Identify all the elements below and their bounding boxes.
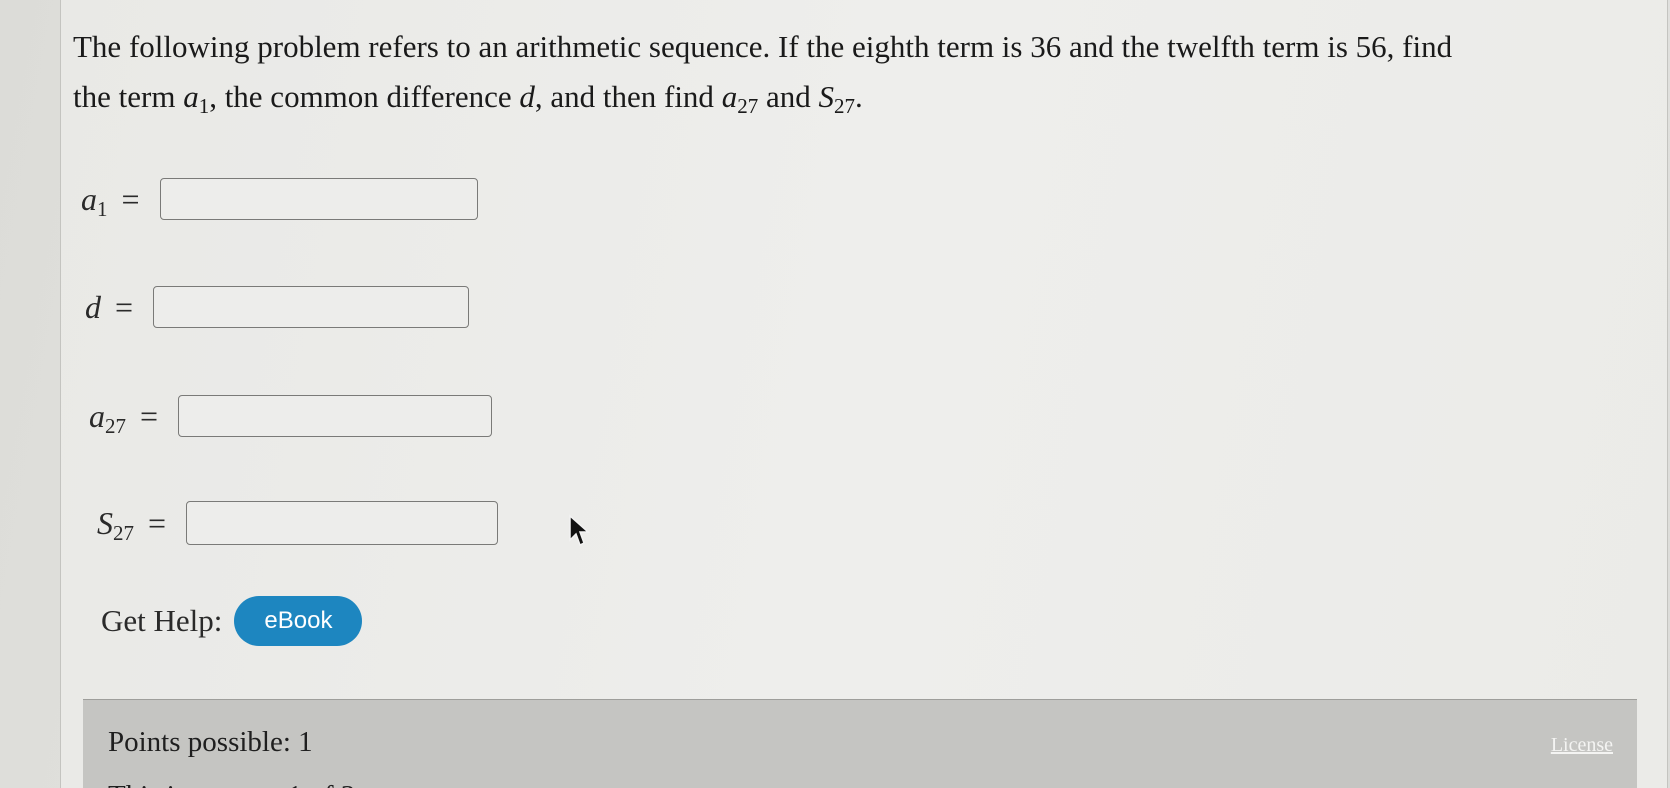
math-s27: S27 xyxy=(818,79,855,118)
a1-row: a1 = xyxy=(81,178,478,220)
equals-sign: = xyxy=(148,504,167,541)
s27-row: S27 = xyxy=(97,501,499,545)
equals-sign: = xyxy=(115,288,134,325)
question-line-2: the term a1, the common difference d, an… xyxy=(73,72,1633,122)
points-possible: Points possible: 1 xyxy=(108,726,313,758)
get-help: Get Help: eBook xyxy=(101,596,363,646)
d-row: d = xyxy=(85,286,470,328)
d-answer-input[interactable] xyxy=(153,286,470,328)
a27-row: a27 = xyxy=(89,395,493,438)
a1-answer-input[interactable] xyxy=(159,178,478,220)
get-help-label: Get Help: xyxy=(101,603,223,638)
s27-label: S27 xyxy=(97,504,134,545)
license-link[interactable]: License xyxy=(1551,734,1613,757)
a27-label: a27 xyxy=(89,397,126,438)
ebook-button[interactable]: eBook xyxy=(234,596,363,646)
question-line-1: The following problem refers to an arith… xyxy=(73,29,1453,64)
d-label: d xyxy=(85,288,101,325)
equals-sign: = xyxy=(140,397,159,434)
attempt-info: This is attempt 1 of 3 xyxy=(108,780,355,788)
question-text-fragment: , the common difference xyxy=(209,79,520,114)
question-footer: Points possible: 1 License This is attem… xyxy=(83,699,1637,788)
question-text: The following problem refers to an arith… xyxy=(73,22,1633,122)
math-a27: a27 xyxy=(721,79,759,118)
mouse-pointer-icon xyxy=(569,514,590,547)
question-text-fragment: . xyxy=(854,79,863,114)
s27-answer-input[interactable] xyxy=(186,501,499,545)
question-text-fragment: and xyxy=(758,79,819,114)
math-a1: a1 xyxy=(183,79,210,118)
question-text-fragment: , and then find xyxy=(534,79,722,114)
equals-sign: = xyxy=(121,180,140,217)
a27-answer-input[interactable] xyxy=(178,395,493,437)
math-d: d xyxy=(519,79,535,114)
screen: The following problem refers to an arith… xyxy=(0,0,1670,788)
question-text-fragment: the term xyxy=(73,79,184,114)
a1-label: a1 xyxy=(81,180,108,221)
